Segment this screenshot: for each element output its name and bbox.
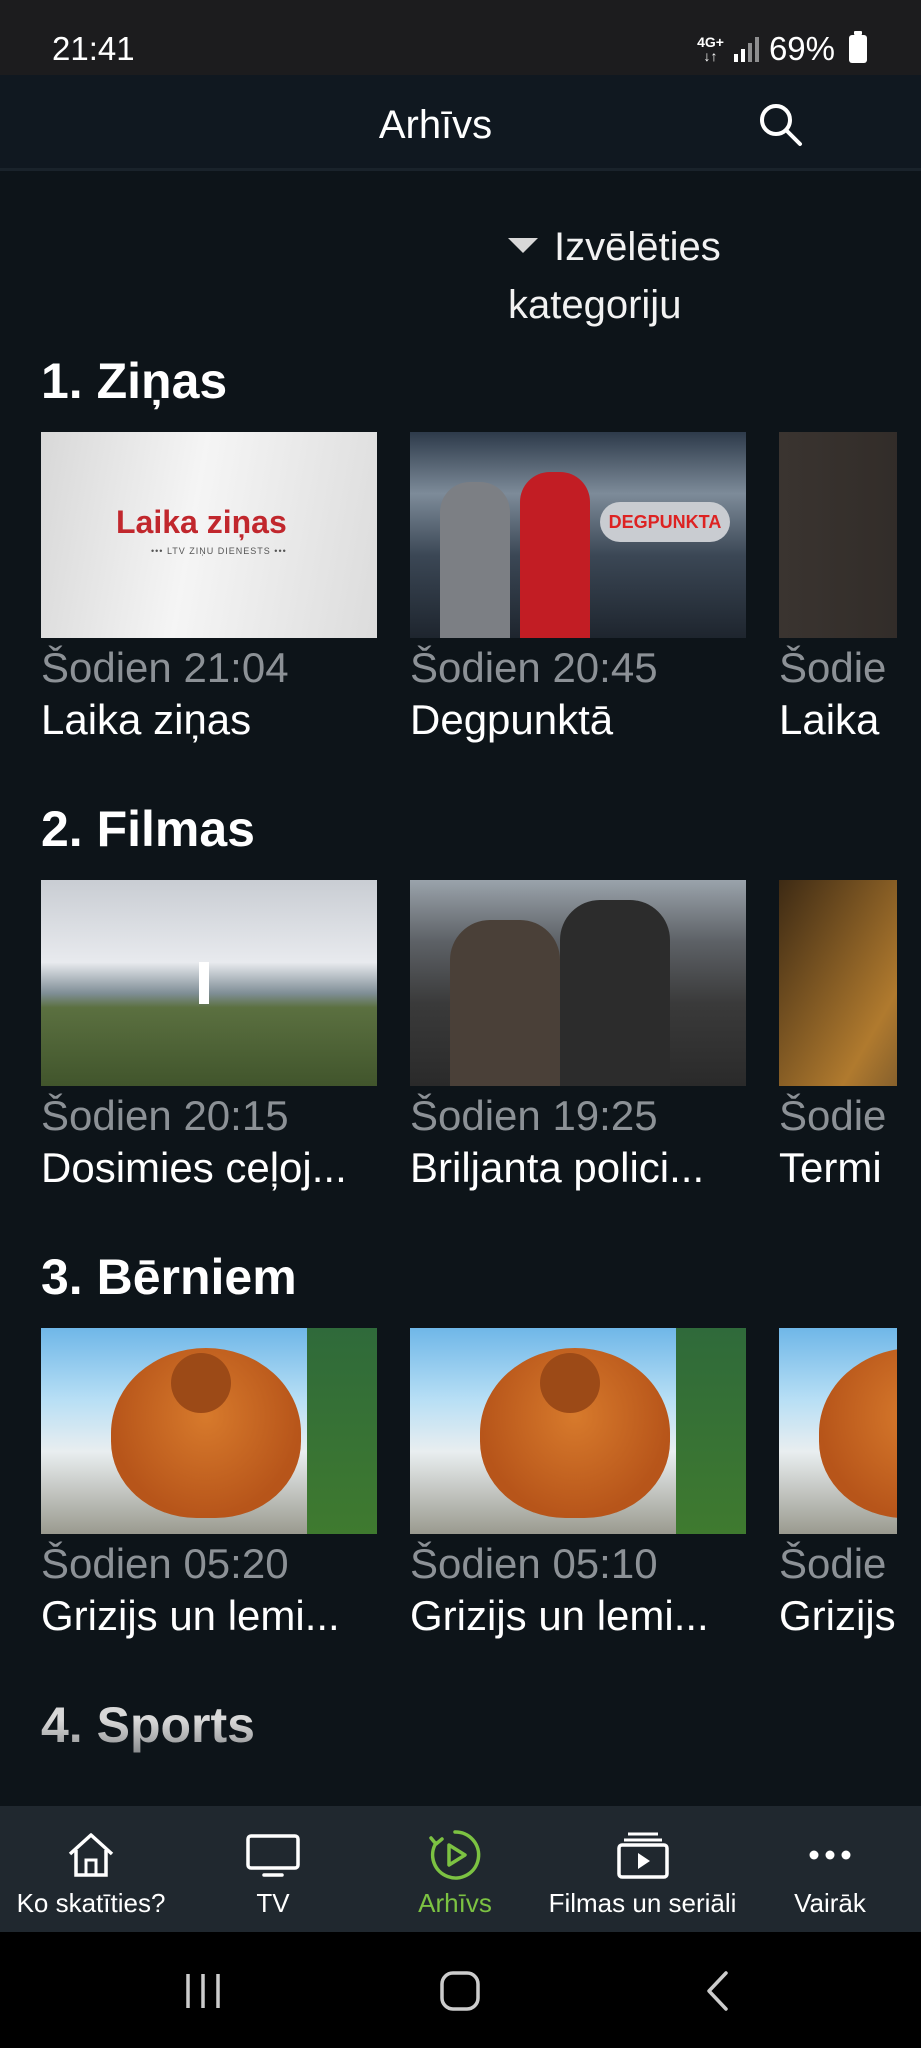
nav-label: Arhīvs — [418, 1888, 492, 1918]
card-thumbnail[interactable] — [410, 1328, 746, 1534]
nav-item-vairak[interactable]: Vairāk — [739, 1806, 921, 1932]
archive-card[interactable]: Šodien 05:10 Grizijs un lemi... — [410, 1328, 746, 1640]
status-indicators: 4G+ ↓↑ 69% — [697, 30, 867, 68]
card-thumbnail[interactable]: Laika ziņas ••• LTV ZIŅU DIENESTS ••• — [41, 432, 377, 638]
archive-card[interactable]: Šodie Laika — [779, 432, 897, 744]
section-row-filmas[interactable]: Šodien 20:15 Dosimies ceļoj... Šodien 19… — [41, 880, 897, 1210]
card-thumbnail[interactable]: DEGPUNKTA — [410, 432, 746, 638]
card-thumbnail[interactable] — [41, 880, 377, 1086]
card-thumbnail[interactable] — [779, 1328, 897, 1534]
battery-percent: 69% — [768, 30, 835, 67]
card-title: Grizijs — [779, 1592, 896, 1639]
section-title-zinas: 1. Ziņas — [41, 353, 228, 409]
section-row-zinas[interactable]: Laika ziņas ••• LTV ZIŅU DIENESTS ••• Šo… — [41, 432, 897, 762]
status-time: 21:41 — [52, 30, 135, 67]
card-title: Laika ziņas — [41, 696, 252, 743]
card-time: Šodien 05:10 — [410, 1540, 658, 1587]
home-button-icon[interactable] — [437, 1968, 483, 2014]
status-bar: 21:41 4G+ ↓↑ 69% — [0, 0, 921, 75]
card-time: Šodie — [779, 644, 887, 691]
section-title-filmas: 2. Filmas — [41, 801, 255, 857]
category-dropdown-label: Izvēlēties kategoriju — [508, 225, 721, 327]
home-icon — [68, 1833, 114, 1877]
nav-item-filmas-un-seriali[interactable]: Filmas un seriāli — [546, 1806, 739, 1932]
archive-card[interactable]: Laika ziņas ••• LTV ZIŅU DIENESTS ••• Šo… — [41, 432, 377, 744]
card-time: Šodien 19:25 — [410, 1092, 658, 1139]
archive-card[interactable]: Šodien 19:25 Briljanta polici... — [410, 880, 746, 1192]
archive-card[interactable]: Šodien 05:20 Grizijs un lemi... — [41, 1328, 377, 1640]
card-time: Šodien 21:04 — [41, 644, 289, 691]
card-time: Šodien 20:45 — [410, 644, 658, 691]
archive-card[interactable]: Šodie Termi — [779, 880, 897, 1192]
triangle-down-icon — [508, 237, 538, 253]
play-history-icon — [429, 1830, 481, 1880]
card-time: Šodie — [779, 1092, 887, 1139]
page-title: Arhīvs — [378, 103, 493, 147]
nav-label: Filmas un seriāli — [548, 1888, 737, 1918]
card-title: Laika — [779, 696, 880, 743]
card-title: Termi — [779, 1144, 882, 1191]
card-thumbnail[interactable] — [779, 880, 897, 1086]
card-thumbnail[interactable] — [41, 1328, 377, 1534]
card-time: Šodien 20:15 — [41, 1092, 289, 1139]
card-time: Šodie — [779, 1540, 887, 1587]
system-nav-bar — [0, 1932, 921, 2048]
nav-label: Vairāk — [794, 1888, 866, 1918]
signal-icon — [733, 36, 759, 62]
archive-card[interactable]: DEGPUNKTA Šodien 20:45 Degpunktā — [410, 432, 746, 744]
thumbnail-logo-text: Laika ziņas — [116, 504, 287, 540]
video-library-icon — [616, 1832, 669, 1879]
back-icon[interactable] — [696, 1968, 742, 2014]
section-row-berniem[interactable]: Šodien 05:20 Grizijs un lemi... Šodien 0… — [41, 1328, 897, 1658]
archive-card[interactable]: Šodien 20:15 Dosimies ceļoj... — [41, 880, 377, 1192]
card-title: Degpunktā — [410, 696, 614, 743]
nav-label: TV — [256, 1888, 290, 1918]
network-label: 4G+ ↓↑ — [697, 34, 724, 64]
tv-icon — [246, 1834, 300, 1877]
thumbnail-logo-subtext: ••• LTV ZIŅU DIENESTS ••• — [151, 546, 287, 556]
nav-label: Ko skatīties? — [16, 1888, 166, 1918]
card-title: Grizijs un lemi... — [410, 1592, 709, 1639]
archive-card[interactable]: Šodie Grizijs — [779, 1328, 897, 1640]
card-thumbnail[interactable] — [410, 880, 746, 1086]
battery-icon — [849, 31, 867, 63]
category-dropdown[interactable]: Izvēlēties kategoriju — [508, 218, 808, 334]
card-thumbnail[interactable] — [779, 432, 897, 638]
bottom-nav: Ko skatīties? TV Arhīvs Filmas un seriāl… — [0, 1806, 921, 1932]
scroll-fade — [0, 1720, 921, 1806]
nav-item-tv[interactable]: TV — [182, 1806, 364, 1932]
card-time: Šodien 05:20 — [41, 1540, 289, 1587]
nav-item-arhivs[interactable]: Arhīvs — [364, 1806, 546, 1932]
nav-item-ko-skatities[interactable]: Ko skatīties? — [0, 1806, 182, 1932]
recent-apps-icon[interactable] — [180, 1968, 226, 2014]
more-icon — [809, 1850, 851, 1860]
card-title: Grizijs un lemi... — [41, 1592, 340, 1639]
card-title: Briljanta polici... — [410, 1144, 705, 1191]
card-title: Dosimies ceļoj... — [41, 1144, 347, 1191]
search-icon[interactable] — [756, 100, 806, 150]
section-title-berniem: 3. Bērniem — [41, 1249, 297, 1305]
